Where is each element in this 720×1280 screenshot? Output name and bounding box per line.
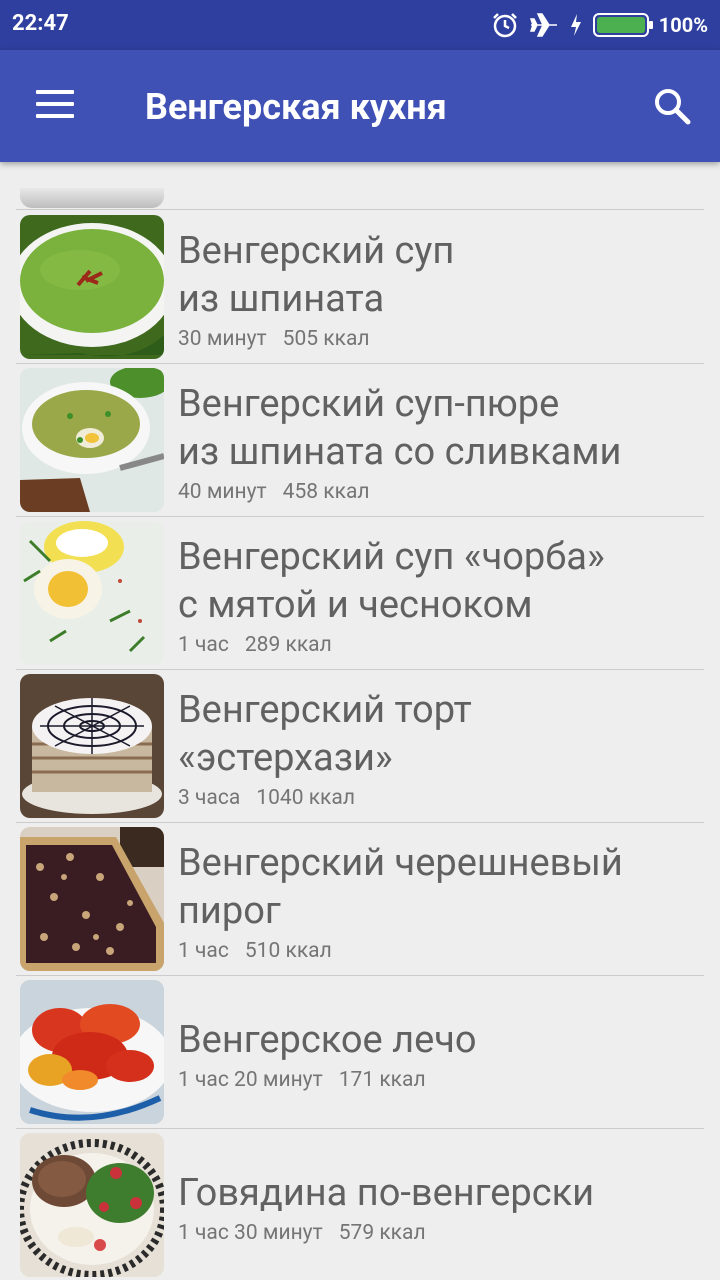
search-icon[interactable] xyxy=(652,86,692,126)
recipe-time: 1 час 20 минут xyxy=(178,1068,323,1092)
recipe-title: Венгерское лечо xyxy=(178,1018,477,1062)
list-item[interactable]: Венгерский торт «эстерхази» 3 часа 1040 к… xyxy=(16,670,704,823)
recipe-time: 1 час xyxy=(178,633,229,657)
airplane-mode-icon xyxy=(529,13,557,37)
recipe-thumbnail xyxy=(20,188,164,208)
list-item[interactable]: Венгерский суп «чорба» с мятой и чесноко… xyxy=(16,517,704,670)
alarm-icon xyxy=(492,13,517,38)
list-item-partial[interactable] xyxy=(16,162,704,210)
cherry-pie-thumbnail xyxy=(20,827,164,971)
recipe-title: Венгерский торт «эстерхази» xyxy=(178,688,472,780)
recipe-title: Венгерский суп из шпината xyxy=(178,229,455,321)
recipe-time: 1 час 30 минут xyxy=(178,1221,323,1245)
list-item[interactable]: Венгерский черешневый пирог 1 час 510 кка… xyxy=(16,823,704,976)
recipe-time: 1 час xyxy=(178,939,229,963)
recipe-kcal: 458 ккал xyxy=(282,480,370,504)
hungarian-beef-thumbnail xyxy=(20,1133,164,1277)
battery-percent: 100% xyxy=(658,13,708,37)
recipe-kcal: 289 ккал xyxy=(244,633,332,657)
status-icons: 100% xyxy=(491,10,708,40)
recipe-title: Говядина по-венгерски xyxy=(178,1171,595,1215)
app-bar: Венгерская кухня xyxy=(0,50,720,162)
recipe-kcal: 1040 ккал xyxy=(256,786,355,810)
ciorba-soup-thumbnail xyxy=(20,521,164,665)
recipe-title: Венгерский черешневый пирог xyxy=(178,841,623,933)
spinach-soup-thumbnail xyxy=(20,215,164,359)
recipe-kcal: 510 ккал xyxy=(244,939,332,963)
esterhazy-cake-thumbnail xyxy=(20,674,164,818)
recipe-time: 30 минут xyxy=(178,327,267,351)
list-item[interactable]: Говядина по-венгерски 1 час 30 минут 579 … xyxy=(16,1129,704,1280)
spinach-cream-soup-thumbnail xyxy=(20,368,164,512)
recipe-kcal: 171 ккал xyxy=(338,1068,426,1092)
recipe-time: 3 часа xyxy=(178,786,241,810)
status-time: 22:47 xyxy=(12,11,69,36)
recipe-kcal: 505 ккал xyxy=(282,327,370,351)
list-item[interactable]: Венгерское лечо 1 час 20 минут 171 ккал xyxy=(16,976,704,1129)
charging-icon xyxy=(570,14,581,36)
lecho-thumbnail xyxy=(20,980,164,1124)
recipe-title: Венгерский суп-пюре из шпината со сливка… xyxy=(178,382,622,474)
recipe-list[interactable]: Венгерский суп из шпината 30 минут 505 кк… xyxy=(0,162,720,1280)
recipe-time: 40 минут xyxy=(178,480,267,504)
recipe-kcal: 579 ккал xyxy=(338,1221,426,1245)
recipe-title: Венгерский суп «чорба» с мятой и чесноко… xyxy=(178,535,605,627)
list-item[interactable]: Венгерский суп-пюре из шпината со сливка… xyxy=(16,364,704,517)
battery-icon xyxy=(592,13,653,37)
list-item[interactable]: Венгерский суп из шпината 30 минут 505 кк… xyxy=(16,211,704,364)
page-title: Венгерская кухня xyxy=(145,86,447,128)
status-bar: 22:47 100% xyxy=(0,0,720,50)
menu-icon[interactable] xyxy=(36,90,76,122)
